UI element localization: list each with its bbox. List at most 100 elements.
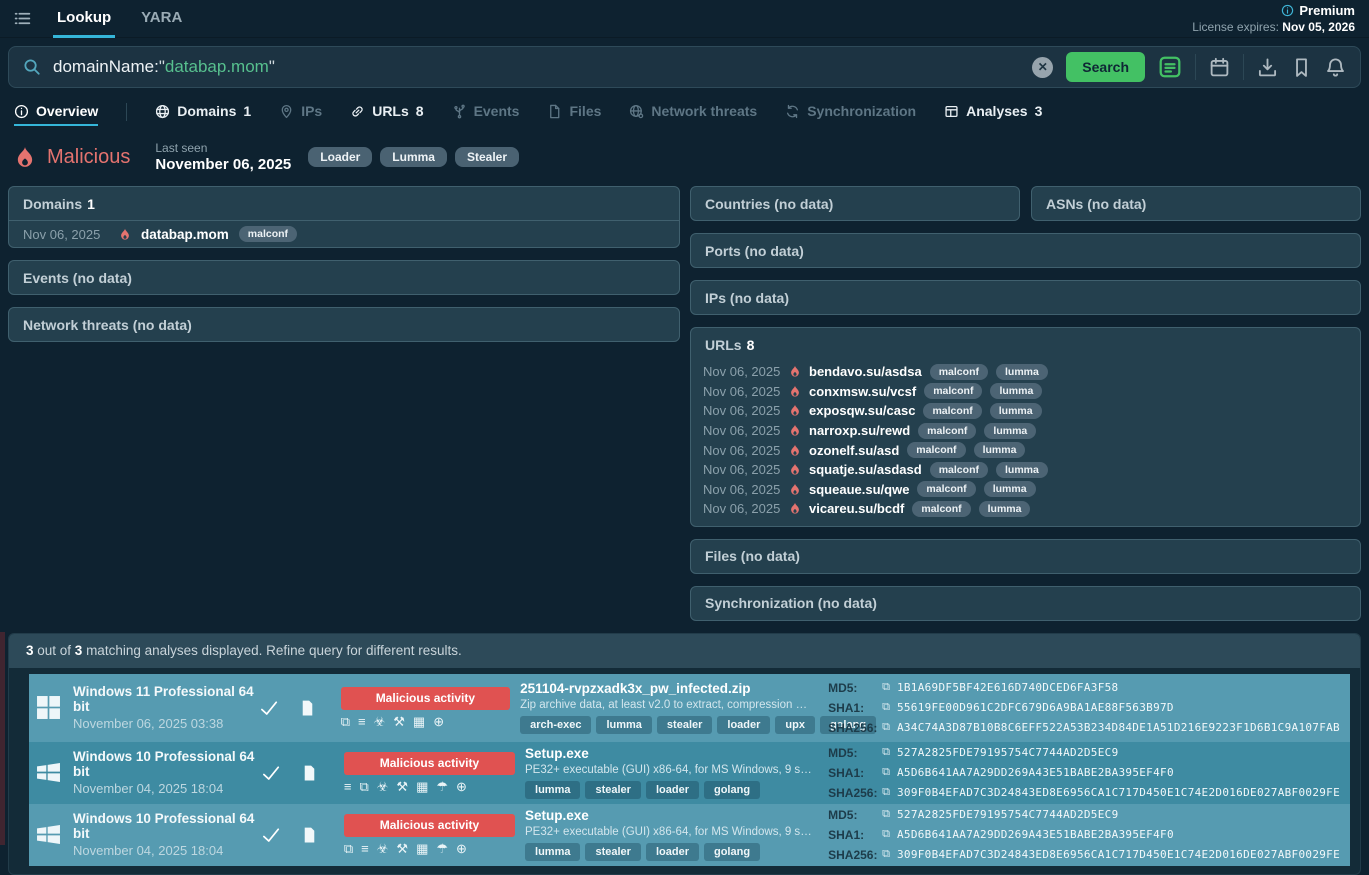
analysis-tag[interactable]: upx <box>775 716 815 734</box>
tag-lumma[interactable]: lumma <box>984 481 1036 497</box>
search-input[interactable]: domainName:"databap.mom" <box>53 57 275 77</box>
sha256-value[interactable]: 309F0B4EFAD7C3D24843ED8E6956CA1C717D450E… <box>897 848 1340 861</box>
copy-icon[interactable]: ⧉ <box>882 828 890 841</box>
analysis-file-name[interactable]: Setup.exe <box>525 808 820 823</box>
tag-malconf[interactable]: malconf <box>907 442 965 458</box>
url-row[interactable]: Nov 06, 2025 ozonelf.su/asd malconf lumm… <box>703 440 1348 460</box>
tag-malconf[interactable]: malconf <box>917 481 975 497</box>
md5-value[interactable]: 1B1A69DF5BF42E616D740DCED6FA3F58 <box>897 681 1119 694</box>
tag-lumma[interactable]: lumma <box>990 383 1042 399</box>
tag-lumma[interactable]: lumma <box>984 423 1036 439</box>
binary-report-icon[interactable]: ▦ <box>413 715 425 729</box>
url-value[interactable]: exposqw.su/casc <box>809 403 915 418</box>
binary-report-icon[interactable]: ▦ <box>416 780 428 794</box>
analysis-row[interactable]: Windows 11 Professional 64 bit November … <box>29 674 1350 742</box>
report-icon[interactable]: ≡ <box>358 715 366 729</box>
copy-icon[interactable]: ⧉ <box>882 681 890 694</box>
report-icon[interactable]: ≡ <box>361 842 369 856</box>
domain-name[interactable]: databap.mom <box>141 227 229 242</box>
tab-overview[interactable]: Overview <box>14 98 98 126</box>
tag-malconf[interactable]: malconf <box>930 462 988 478</box>
url-value[interactable]: vicareu.su/bcdf <box>809 501 904 516</box>
tab-analyses[interactable]: Analyses3 <box>944 98 1042 126</box>
nav-tab-yara[interactable]: YARA <box>137 0 186 38</box>
download-icon[interactable] <box>1257 57 1278 78</box>
analysis-row[interactable]: Windows 10 Professional 64 bit November … <box>29 742 1350 804</box>
analysis-tag[interactable]: loader <box>646 843 699 861</box>
malicious-activity-badge[interactable]: Malicious activity <box>344 752 515 775</box>
binary-report-icon[interactable]: ▦ <box>416 842 428 856</box>
copy-icon[interactable]: ⧉ <box>882 766 890 779</box>
tools-icon[interactable]: ⚒ <box>393 715 405 729</box>
malicious-activity-badge[interactable]: Malicious activity <box>341 687 510 710</box>
network-bug-icon[interactable]: ⊕ <box>433 715 444 729</box>
biohazard-icon[interactable]: ☣ <box>377 780 389 794</box>
url-value[interactable]: bendavo.su/asdsa <box>809 364 922 379</box>
analysis-tag[interactable]: stealer <box>585 843 640 861</box>
url-value[interactable]: squeaue.su/qwe <box>809 482 909 497</box>
tab-domains[interactable]: Domains1 <box>155 98 251 126</box>
tab-synchronization[interactable]: Synchronization <box>785 98 916 126</box>
malicious-activity-badge[interactable]: Malicious activity <box>344 814 515 837</box>
threat-tag[interactable]: Loader <box>308 147 372 167</box>
copy-icon[interactable]: ⧉ <box>341 715 350 729</box>
url-row[interactable]: Nov 06, 2025 squatje.su/asdasd malconf l… <box>703 460 1348 480</box>
tag-lumma[interactable]: lumma <box>996 364 1048 380</box>
tab-events[interactable]: Events <box>452 98 520 126</box>
md5-value[interactable]: 527A2825FDE79195754C7744AD2D5EC9 <box>897 808 1119 821</box>
clear-search-button[interactable]: ✕ <box>1032 57 1053 78</box>
menu-icon[interactable] <box>14 10 31 27</box>
analysis-row[interactable]: Windows 10 Professional 64 bit November … <box>29 804 1350 866</box>
tag-malconf[interactable]: malconf <box>239 226 297 242</box>
network-bug-icon[interactable]: ⊕ <box>456 842 467 856</box>
calendar-icon[interactable] <box>1209 57 1230 78</box>
url-value[interactable]: squatje.su/asdasd <box>809 462 922 477</box>
analysis-tag[interactable]: loader <box>717 716 770 734</box>
tag-lumma[interactable]: lumma <box>974 442 1026 458</box>
analysis-tag[interactable]: lumma <box>525 781 580 799</box>
sha256-value[interactable]: A34C74A3D87B10B8C6EFF522A53B234D84DE1A51… <box>897 721 1340 734</box>
copy-icon[interactable]: ⧉ <box>344 842 353 856</box>
url-value[interactable]: ozonelf.su/asd <box>809 443 899 458</box>
biohazard-icon[interactable]: ☣ <box>377 842 389 856</box>
threat-tag[interactable]: Stealer <box>455 147 519 167</box>
analysis-file-name[interactable]: 251104-rvpzxadk3x_pw_infected.zip <box>520 681 820 696</box>
analysis-file-name[interactable]: Setup.exe <box>525 746 820 761</box>
tag-malconf[interactable]: malconf <box>924 383 982 399</box>
analysis-tag[interactable]: golang <box>704 781 760 799</box>
tab-network-threats[interactable]: Network threats <box>629 98 757 126</box>
tools-icon[interactable]: ⚒ <box>396 842 408 856</box>
tag-malconf[interactable]: malconf <box>912 501 970 517</box>
query-templates-icon[interactable] <box>1158 55 1182 79</box>
sha1-value[interactable]: 55619FE00D961C2DFC679D6A9BA1AE88F563B97D <box>897 701 1174 714</box>
copy-icon[interactable]: ⧉ <box>882 786 890 799</box>
threat-tag[interactable]: Lumma <box>380 147 447 167</box>
document-icon[interactable] <box>299 697 316 719</box>
url-row[interactable]: Nov 06, 2025 narroxp.su/rewd malconf lum… <box>703 421 1348 441</box>
tag-lumma[interactable]: lumma <box>979 501 1031 517</box>
copy-icon[interactable]: ⧉ <box>882 721 890 734</box>
tab-urls[interactable]: URLs8 <box>350 98 423 126</box>
analysis-tag[interactable]: loader <box>646 781 699 799</box>
nav-tab-lookup[interactable]: Lookup <box>53 0 115 38</box>
document-icon[interactable] <box>301 762 318 784</box>
url-row[interactable]: Nov 06, 2025 vicareu.su/bcdf malconf lum… <box>703 499 1348 519</box>
tag-malconf[interactable]: malconf <box>930 364 988 380</box>
tag-lumma[interactable]: lumma <box>996 462 1048 478</box>
analysis-tag[interactable]: lumma <box>596 716 651 734</box>
bell-icon[interactable] <box>1325 57 1346 78</box>
analysis-tag[interactable]: stealer <box>585 781 640 799</box>
analysis-tag[interactable]: stealer <box>657 716 712 734</box>
url-value[interactable]: narroxp.su/rewd <box>809 423 910 438</box>
md5-value[interactable]: 527A2825FDE79195754C7744AD2D5EC9 <box>897 746 1119 759</box>
url-value[interactable]: conxmsw.su/vcsf <box>809 384 916 399</box>
analysis-tag[interactable]: golang <box>704 843 760 861</box>
tag-malconf[interactable]: malconf <box>923 403 981 419</box>
tag-malconf[interactable]: malconf <box>918 423 976 439</box>
copy-icon[interactable]: ⧉ <box>882 848 890 861</box>
spy-icon[interactable]: ☂ <box>436 842 448 856</box>
copy-icon[interactable]: ⧉ <box>882 746 890 759</box>
domain-row[interactable]: Nov 06, 2025 databap.mom malconf <box>9 220 679 247</box>
copy-icon[interactable]: ⧉ <box>882 701 890 714</box>
biohazard-icon[interactable]: ☣ <box>374 715 386 729</box>
